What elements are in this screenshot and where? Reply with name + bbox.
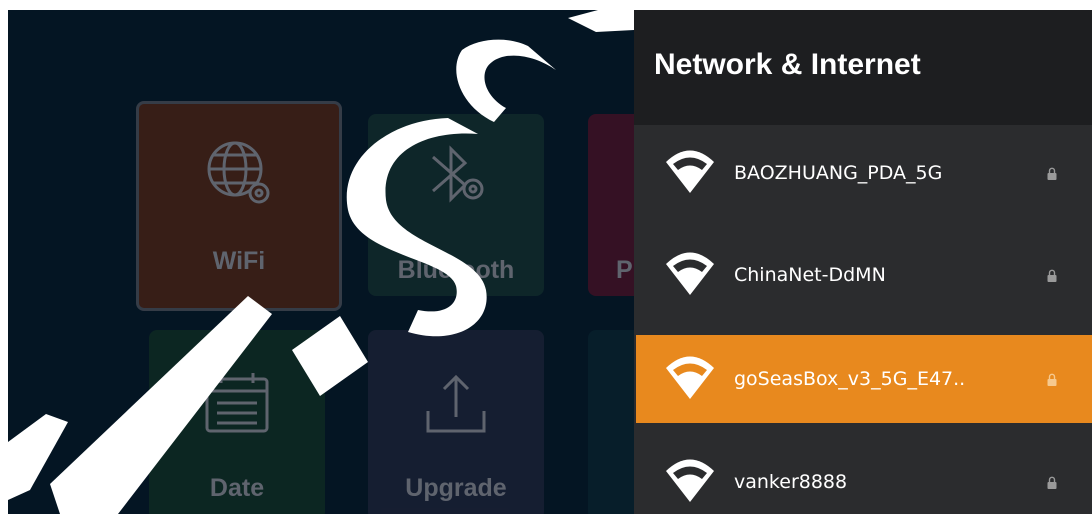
lock-icon (1047, 167, 1057, 180)
settings-tile-date[interactable]: Date (149, 330, 325, 514)
network-item[interactable]: vanker8888 (636, 438, 1092, 514)
panel-title: Network & Internet (654, 48, 921, 81)
network-ssid: ChinaNet-DdMN (734, 264, 886, 286)
network-ssid: vanker8888 (734, 471, 848, 493)
upload-icon (420, 360, 492, 446)
bluetooth-gear-icon (421, 132, 491, 218)
lock-icon (1047, 476, 1057, 489)
wifi-icon (666, 252, 714, 295)
tile-label: WiFi (212, 247, 266, 275)
network-item[interactable]: ChinaNet-DdMN (636, 231, 1092, 319)
wifi-icon (666, 459, 714, 502)
settings-tile-bluetooth[interactable]: Bluetooth (368, 114, 544, 296)
panel-header: Network & Internet (634, 10, 1092, 125)
settings-tile-upgrade[interactable]: Upgrade (368, 330, 544, 514)
wifi-icon (666, 150, 714, 193)
network-ssid: BAOZHUANG_PDA_5G (734, 162, 943, 184)
settings-tile-wifi[interactable]: WiFi (136, 101, 342, 311)
tile-label: Upgrade (405, 474, 507, 502)
wifi-icon (666, 356, 714, 399)
globe-gear-icon (199, 130, 279, 216)
lock-icon (1047, 269, 1057, 282)
network-ssid: goSeasBox_v3_5G_E47.. (734, 368, 966, 390)
tv-screen: WiFi Bluetooth P Date Upgrade Network & … (8, 10, 1092, 514)
network-panel: Network & Internet BAOZHUANG_PDA_5G Chin… (634, 10, 1092, 514)
lock-icon (1047, 373, 1057, 386)
tile-label: Bluetooth (397, 256, 515, 284)
tile-label: Date (209, 474, 265, 502)
calendar-icon (201, 360, 273, 446)
network-item-selected[interactable]: goSeasBox_v3_5G_E47.. (636, 335, 1092, 423)
network-item[interactable]: BAOZHUANG_PDA_5G (636, 129, 1092, 217)
